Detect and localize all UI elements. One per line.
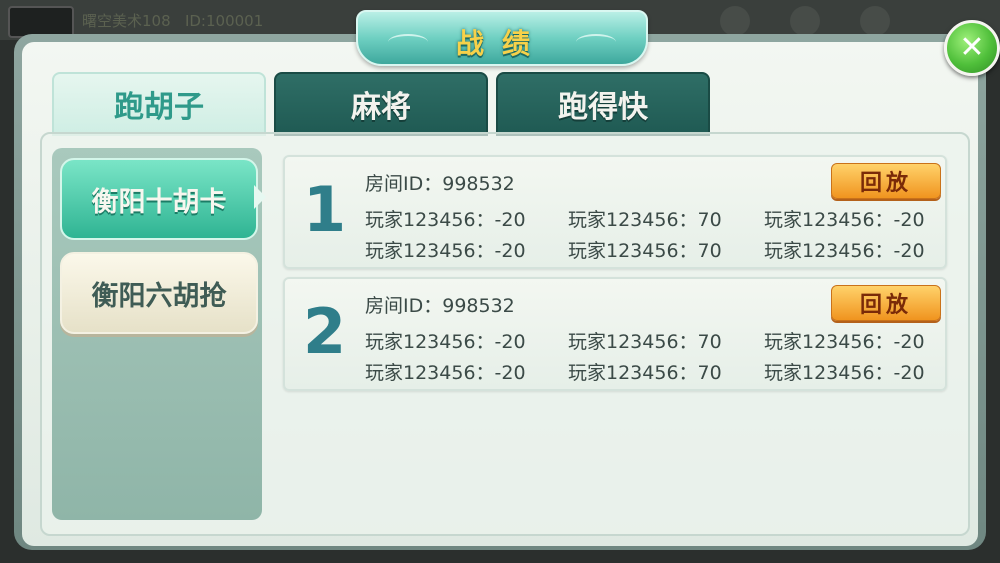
- player-score: 玩家123456：70: [568, 362, 722, 384]
- user-id: ID:100001: [184, 12, 264, 30]
- background-icon: [790, 6, 820, 36]
- dialog-title: 战绩: [455, 27, 548, 60]
- record-card: 2 房间ID：998532 回放 玩家123456：-20 玩家123456：7…: [283, 277, 947, 391]
- player-score: 玩家123456：-20: [365, 331, 526, 353]
- title-plaque: 战绩: [356, 10, 648, 66]
- player-score: 玩家123456：-20: [365, 209, 526, 231]
- tab-paohuzi[interactable]: 跑胡子: [52, 72, 266, 136]
- side-item-hengyang-liuhuqiang[interactable]: 衡阳六胡抢: [60, 252, 258, 334]
- player-score: 玩家123456：-20: [764, 240, 925, 262]
- replay-button[interactable]: 回放: [831, 163, 941, 199]
- chevron-right-icon: [254, 185, 266, 209]
- player-score: 玩家123456：-20: [365, 362, 526, 384]
- tab-paodekuai[interactable]: 跑得快: [496, 72, 710, 136]
- side-item-label: 衡阳六胡抢: [91, 280, 227, 312]
- background-icon: [720, 6, 750, 36]
- tab-label: 跑得快: [558, 90, 648, 125]
- player-score: 玩家123456：-20: [365, 240, 526, 262]
- record-index: 2: [303, 295, 347, 368]
- room-id: 房间ID：998532: [365, 173, 515, 195]
- player-score: 玩家123456：-20: [764, 331, 925, 353]
- replay-button[interactable]: 回放: [831, 285, 941, 321]
- tab-label: 跑胡子: [114, 90, 204, 125]
- player-score: 玩家123456：-20: [764, 209, 925, 231]
- tab-mahjong[interactable]: 麻将: [274, 72, 488, 136]
- player-score: 玩家123456：70: [568, 209, 722, 231]
- player-score: 玩家123456：70: [568, 240, 722, 262]
- close-button[interactable]: ✕: [944, 20, 1000, 76]
- tab-label: 麻将: [351, 90, 411, 125]
- room-id: 房间ID：998532: [365, 295, 515, 317]
- background-icon: [860, 6, 890, 36]
- player-score: 玩家123456：-20: [764, 362, 925, 384]
- player-score: 玩家123456：70: [568, 331, 722, 353]
- user-name: 曙空美术108: [82, 12, 171, 30]
- close-icon: ✕: [959, 30, 985, 65]
- record-card: 1 房间ID：998532 回放 玩家123456：-20 玩家123456：7…: [283, 155, 947, 269]
- side-item-hengyang-shihuka[interactable]: 衡阳十胡卡: [60, 158, 258, 240]
- record-index: 1: [303, 173, 347, 246]
- background-user-name: 曙空美术108 ID:100001: [82, 10, 263, 31]
- side-item-label: 衡阳十胡卡: [91, 186, 227, 218]
